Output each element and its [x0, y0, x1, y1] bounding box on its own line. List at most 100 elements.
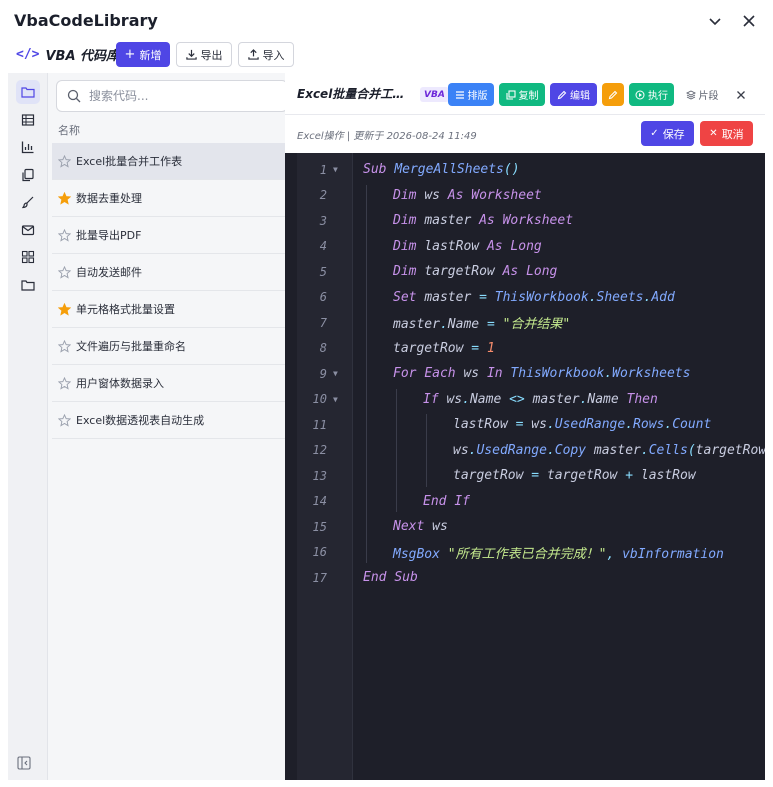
folder-icon[interactable] [16, 80, 40, 104]
list-item[interactable]: Excel批量合并工作表 [52, 143, 285, 180]
code-text: End Sub [363, 570, 418, 585]
copy-button[interactable]: 复制 [499, 83, 545, 106]
line-number: 9 [319, 366, 327, 381]
list-item-label: 文件遍历与批量重命名 [76, 340, 186, 353]
code-line: 11 lastRow = ws.UsedRange.Rows.Count [285, 412, 765, 437]
indent-guide [396, 388, 397, 512]
code-line: 12 ws.UsedRange.Copy master.Cells(targetR… [285, 438, 765, 463]
indent-guide [426, 414, 427, 487]
format-button-label: 排版 [467, 91, 488, 102]
list-item[interactable]: 批量导出PDF [52, 217, 285, 254]
star-outline-icon[interactable] [58, 228, 71, 242]
code-text: targetRow = targetRow + lastRow [453, 468, 696, 483]
snippet-button[interactable]: 片段 [682, 83, 722, 106]
line-number: 2 [319, 188, 327, 202]
code-line: 10 ▼ If ws.Name <> master.Name Then [285, 387, 765, 412]
brush-icon[interactable] [16, 190, 40, 214]
chart-icon[interactable] [16, 135, 40, 159]
fold-arrow-icon[interactable]: ▼ [333, 165, 343, 174]
code-line: 1 ▼ Sub MergeAllSheets() [285, 157, 765, 182]
download-icon [185, 49, 197, 60]
edit-button-label: 编辑 [570, 91, 590, 102]
star-outline-icon[interactable] [58, 154, 71, 168]
code-text: Dim ws As Worksheet [393, 187, 542, 203]
copy-button-label: 复制 [518, 91, 539, 102]
line-number: 13 [312, 468, 327, 483]
code-line: 7 master.Name = "合并结果" [285, 310, 765, 335]
quick-edit-button[interactable] [602, 83, 624, 106]
code-text: If ws.Name <> master.Name Then [423, 391, 658, 407]
code-line: 5 Dim targetRow As Long [285, 259, 765, 284]
close-detail-button[interactable] [731, 83, 751, 106]
cancel-button[interactable]: ✕ 取消 [700, 121, 753, 146]
star-filled-icon[interactable] [58, 302, 71, 316]
line-number: 16 [312, 545, 327, 559]
export-button-label: 导出 [200, 48, 223, 62]
line-number: 3 [319, 213, 327, 228]
folder-outline-icon[interactable] [16, 273, 40, 297]
code-text: Dim targetRow As Long [393, 264, 558, 279]
edit-button[interactable]: 编辑 [550, 83, 597, 106]
search-input[interactable] [89, 89, 249, 103]
line-number: 1 [319, 162, 327, 177]
save-button-label: 保存 [662, 127, 685, 141]
list-item-label: 用户窗体数据录入 [76, 377, 164, 390]
save-button[interactable]: ✓ 保存 [641, 121, 694, 146]
fold-arrow-icon[interactable]: ▼ [333, 395, 343, 404]
line-number: 10 [312, 392, 327, 406]
code-line: 17 End Sub [285, 565, 765, 590]
new-button[interactable]: + 新增 [116, 42, 170, 67]
code-line: 14 End If [285, 489, 765, 514]
import-button[interactable]: 导入 [238, 42, 294, 67]
code-line: 9 ▼ For Each ws In ThisWorkbook.Worksheets [285, 361, 765, 386]
pencil-icon [557, 90, 567, 99]
star-outline-icon[interactable] [58, 376, 71, 390]
export-button[interactable]: 导出 [176, 42, 232, 67]
code-editor[interactable]: 1 ▼ Sub MergeAllSheets() 2 Dim ws As Workshe… [285, 153, 765, 780]
format-button[interactable]: 排版 [448, 83, 494, 106]
align-icon [455, 90, 464, 99]
snippet-list: Excel批量合并工作表数据去重处理 批量导出PDF 自动发送邮件单元格格式批量设置… [52, 143, 285, 439]
close-icon [737, 90, 745, 99]
snippet-list-panel: 名称 Excel批量合并工作表数据去重处理批量导出PDF 自动发送邮件单元格格式批… [48, 73, 288, 780]
star-outline-icon[interactable] [58, 339, 71, 353]
code-text: For Each ws In ThisWorkbook.Worksheets [393, 366, 691, 381]
list-item[interactable]: 用户窗体数据录入 [52, 365, 285, 402]
code-text: Dim lastRow As Long [393, 238, 542, 254]
grid-icon[interactable] [16, 245, 40, 269]
list-item-label: 数据去重处理 [76, 192, 142, 205]
star-outline-icon[interactable] [58, 413, 71, 427]
check-icon: ✓ [650, 128, 659, 139]
indent-guide [366, 184, 367, 563]
line-number: 8 [319, 341, 327, 355]
list-item[interactable]: 文件遍历与批量重命名 [52, 328, 285, 365]
list-item-label: Excel数据透视表自动生成 [76, 414, 205, 427]
line-number: 5 [319, 264, 327, 279]
list-item-label: 批量导出PDF [76, 229, 142, 242]
run-button[interactable]: 执行 [629, 83, 674, 106]
new-button-label: 新增 [139, 48, 162, 62]
list-item[interactable]: 单元格格式批量设置 [52, 291, 285, 328]
close-icon[interactable] [738, 10, 760, 32]
run-button-label: 执行 [648, 91, 668, 102]
code-text: Next ws [393, 519, 448, 534]
list-item[interactable]: 自动发送邮件 [52, 254, 285, 291]
search-icon [67, 89, 81, 103]
mail-icon[interactable] [16, 218, 40, 242]
line-number: 7 [319, 315, 327, 330]
list-item[interactable]: Excel数据透视表自动生成 [52, 402, 285, 439]
code-line: 16 MsgBox "所有工作表已合并完成！", vbInformation [285, 540, 765, 565]
star-filled-icon[interactable] [58, 191, 71, 205]
chevron-down-icon[interactable] [704, 10, 726, 32]
code-line: 6 Set master = ThisWorkbook.Sheets.Add [285, 285, 765, 310]
table-icon[interactable] [16, 108, 40, 132]
code-text: ws.UsedRange.Copy master.Cells(targetRow… [453, 442, 765, 458]
star-outline-icon[interactable] [58, 265, 71, 279]
code-line: 8 targetRow = 1 [285, 336, 765, 361]
collapse-sidebar-icon[interactable] [16, 755, 32, 771]
list-item-label: 单元格格式批量设置 [76, 303, 175, 316]
fold-arrow-icon[interactable]: ▼ [333, 369, 343, 378]
list-item[interactable]: 数据去重处理 [52, 180, 285, 217]
line-number: 11 [312, 417, 327, 432]
copy-icon[interactable] [16, 163, 40, 187]
